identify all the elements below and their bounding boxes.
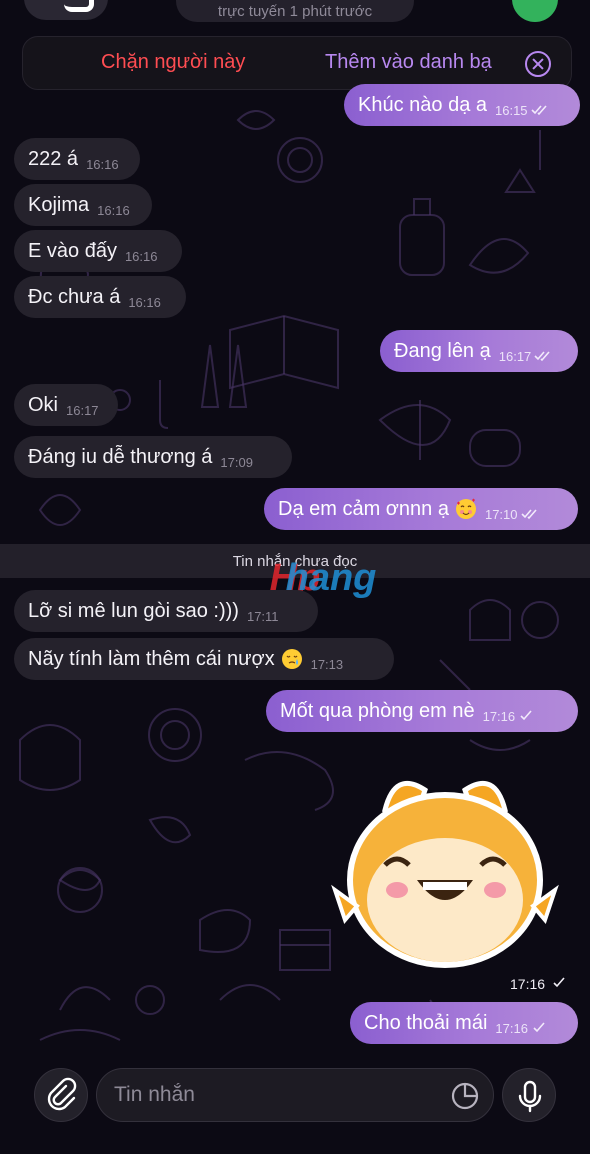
message-text: Đáng iu dễ thương á <box>28 445 213 468</box>
message-time: 16:16 <box>124 248 158 264</box>
sticker-time: 17:16 <box>510 976 566 992</box>
message-time: 16:16 <box>128 294 161 310</box>
outgoing-message[interactable]: Đang lên ạ 16:17 <box>380 330 578 372</box>
message-text: Lỡ si mê lun gòi sao :))) <box>28 599 239 622</box>
outgoing-message[interactable]: Cho thoải mái 17:16 <box>350 1002 578 1044</box>
incoming-message[interactable]: Đc chưa á 16:16 <box>14 276 186 318</box>
message-text: Oki <box>28 393 58 416</box>
single-check-icon <box>520 709 532 720</box>
add-to-contacts-button[interactable]: Thêm vào danh bạ <box>325 51 492 74</box>
incoming-message[interactable]: Lỡ si mê lun gòi sao :))) 17:11 <box>14 590 318 632</box>
incoming-message[interactable]: Đáng iu dễ thương á 17:09 <box>14 436 292 478</box>
chat-screen: trực tuyến 1 phút trước Chặn người này T… <box>0 0 590 1154</box>
contact-status-pill[interactable]: trực tuyến 1 phút trước <box>176 0 414 22</box>
message-composer <box>0 1060 590 1154</box>
crying-face-icon <box>281 649 302 669</box>
last-seen-status: trực tuyến 1 phút trước <box>217 3 373 20</box>
back-icon <box>64 0 94 12</box>
message-time: 16:17 <box>498 348 532 364</box>
message-text: Đc chưa á <box>28 285 121 308</box>
fox-sticker[interactable] <box>325 770 565 970</box>
double-check-icon <box>534 350 550 361</box>
double-check-icon <box>530 104 547 115</box>
sticker-icon[interactable] <box>450 1081 480 1111</box>
incoming-message[interactable]: 222 á 16:16 <box>14 138 140 180</box>
paperclip-icon <box>47 1077 77 1111</box>
outgoing-message[interactable]: Khúc nào dạ a 16:15 <box>344 84 580 126</box>
message-text: Mốt qua phòng em nè <box>280 699 475 722</box>
message-time: 17:16 <box>495 1020 528 1036</box>
single-check-icon <box>533 1021 545 1032</box>
block-user-button[interactable]: Chặn người này <box>101 51 245 74</box>
message-text: Dạ em cảm ơnnn ạ <box>278 497 449 520</box>
message-text: Cho thoải mái <box>364 1011 488 1034</box>
outgoing-message[interactable]: Mốt qua phòng em nè 17:16 <box>266 690 578 732</box>
message-input[interactable] <box>96 1068 494 1122</box>
close-icon[interactable] <box>525 51 551 77</box>
message-time: 17:09 <box>220 454 253 470</box>
unknown-contact-action-bar: Chặn người này Thêm vào danh bạ <box>22 36 572 90</box>
call-button[interactable] <box>512 0 558 22</box>
microphone-icon <box>518 1080 542 1113</box>
chat-header: trực tuyến 1 phút trước <box>0 0 590 26</box>
message-text: Nãy tính làm thêm cái nượx <box>28 647 275 670</box>
sticker-time-label: 17:16 <box>510 976 546 992</box>
message-text: Kojima <box>28 193 90 216</box>
message-time: 17:16 <box>482 708 516 724</box>
attach-button[interactable] <box>34 1068 88 1122</box>
incoming-message[interactable]: Nãy tính làm thêm cái nượx 17:13 <box>14 638 394 680</box>
message-time: 17:11 <box>246 608 279 624</box>
message-time: 17:13 <box>310 656 344 672</box>
message-text: 222 á <box>28 147 79 170</box>
message-text: Khúc nào dạ a <box>358 93 487 116</box>
single-check-icon <box>553 977 565 988</box>
incoming-message[interactable]: Kojima 16:16 <box>14 184 152 226</box>
message-time: 16:17 <box>66 402 99 418</box>
message-time: 17:10 <box>484 506 518 522</box>
message-text: E vào đấy <box>28 239 117 262</box>
back-button[interactable] <box>24 0 108 20</box>
message-time: 16:15 <box>495 102 528 118</box>
outgoing-message[interactable]: Dạ em cảm ơnnn ạ 17:10 <box>264 488 578 530</box>
incoming-message[interactable]: Oki 16:17 <box>14 384 118 426</box>
message-time: 16:16 <box>86 156 119 172</box>
double-check-icon <box>520 508 537 519</box>
message-text: Đang lên ạ <box>394 339 491 362</box>
message-time: 16:16 <box>97 202 130 218</box>
smiling-face-with-hearts-icon <box>455 498 476 519</box>
voice-message-button[interactable] <box>502 1068 556 1122</box>
incoming-message[interactable]: E vào đấy 16:16 <box>14 230 182 272</box>
